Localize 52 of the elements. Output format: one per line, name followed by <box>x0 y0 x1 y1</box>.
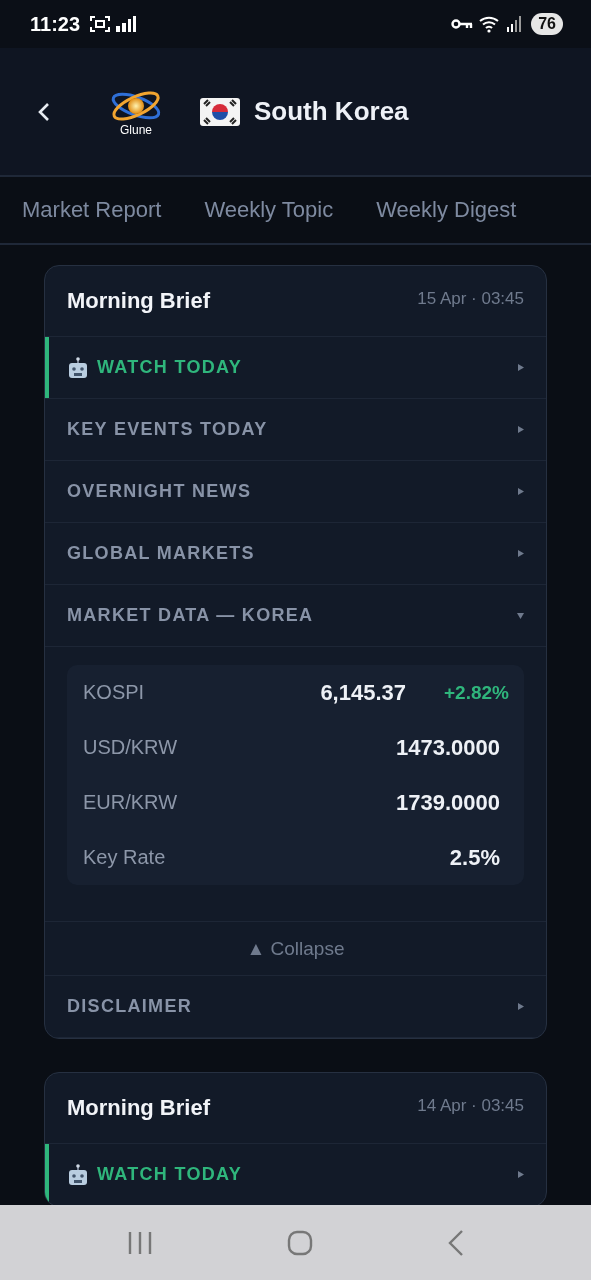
section-label: KEY EVENTS TODAY <box>67 419 269 440</box>
card-title: Morning Brief <box>67 288 210 314</box>
table-cell-text: EUR/KRW <box>83 791 179 814</box>
key-icon <box>451 18 474 30</box>
section-header[interactable]: GLOBAL MARKETS <box>45 523 546 585</box>
table-cell-text: KOSPI <box>83 681 146 704</box>
table-cell: +2.82% <box>444 681 509 704</box>
section-header[interactable]: WATCH TODAY <box>45 337 546 399</box>
page-title: South Korea <box>254 96 409 127</box>
robot-icon <box>67 1163 89 1186</box>
caret-right-icon <box>518 550 524 557</box>
table-cell: 1473.0000 <box>396 734 500 761</box>
timestamp: 14 Apr · 03:45 <box>417 1096 524 1116</box>
tab[interactable]: Weekly Topic <box>204 177 334 243</box>
caret-down-icon <box>517 612 524 619</box>
caret-right-icon <box>518 1171 524 1178</box>
screenshot-icon <box>90 15 111 33</box>
signal-icon <box>507 16 522 32</box>
caret-right-icon <box>518 364 524 371</box>
timestamp: 15 Apr · 03:45 <box>417 289 524 309</box>
recents-icon <box>127 1230 154 1255</box>
caret-right-icon <box>518 488 524 495</box>
clock: 11:23 <box>30 12 81 36</box>
robot-icon <box>67 356 89 379</box>
caret-right-icon <box>518 426 524 433</box>
table-cell: 2.5% <box>449 844 500 871</box>
section-label: GLOBAL MARKETS <box>67 543 256 564</box>
table-cell-text: Key Rate <box>83 846 167 869</box>
section-label: OVERNIGHT NEWS <box>67 481 253 502</box>
logo-text: Glune <box>120 122 152 137</box>
home-icon <box>287 1229 314 1256</box>
section-label: WATCH TODAY <box>97 357 243 378</box>
section-header[interactable]: KEY EVENTS TODAY <box>45 399 546 461</box>
back-icon <box>447 1229 464 1256</box>
section-header[interactable]: DISCLAIMER <box>45 976 546 1038</box>
card-title: Morning Brief <box>67 1095 210 1121</box>
table-cell: 6,145.37 <box>320 679 406 706</box>
table-cell: 1739.0000 <box>396 789 500 816</box>
section-label: WATCH TODAY <box>97 1164 243 1185</box>
section-label: DISCLAIMER <box>67 996 193 1017</box>
caret-right-icon <box>518 1003 524 1010</box>
tab[interactable]: Market Report <box>22 177 162 243</box>
section-header[interactable]: MARKET DATA — KOREA <box>45 585 546 647</box>
tab[interactable]: Weekly Digest <box>376 177 517 243</box>
section-header[interactable]: OVERNIGHT NEWS <box>45 461 546 523</box>
signal-icon <box>116 16 137 32</box>
chevron-left-icon <box>38 101 50 122</box>
section-label: MARKET DATA — KOREA <box>67 605 315 626</box>
table-cell-text: USD/KRW <box>83 736 179 759</box>
flag-icon <box>200 96 240 127</box>
battery-level: 76 <box>531 13 563 35</box>
collapse-button[interactable]: ▲ Collapse <box>240 936 351 961</box>
